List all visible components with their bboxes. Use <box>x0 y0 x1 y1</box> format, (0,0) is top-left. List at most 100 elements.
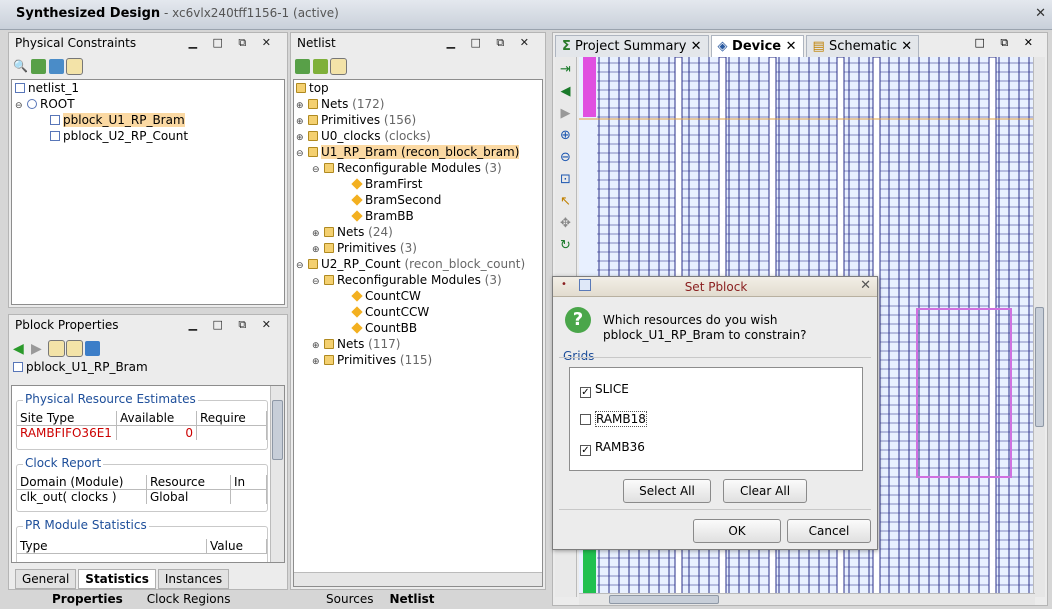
expand-all-icon[interactable] <box>313 59 328 74</box>
window-controls[interactable]: ▁ □ ⧉ ✕ <box>447 36 535 50</box>
folder-icon <box>324 355 334 365</box>
properties-content: Physical Resource Estimates Site Type Av… <box>11 385 285 563</box>
middle-bottom-tabs: Sources Netlist <box>318 592 443 606</box>
select-icon[interactable]: ↖ <box>557 193 575 211</box>
tab-project-summary[interactable]: Σ Project Summary ✕ <box>555 35 709 57</box>
table-row[interactable]: RAMBFIFO36E1 0 <box>17 426 267 440</box>
resource-section: Physical Resource Estimates Site Type Av… <box>16 392 268 450</box>
tree-item[interactable]: ⊕ Nets (117) <box>294 336 542 352</box>
slice-checkbox[interactable]: ✓ SLICE <box>580 382 629 398</box>
export-icon[interactable] <box>85 341 100 356</box>
zoom-out-icon[interactable]: ⊖ <box>557 149 575 167</box>
tab-netlist[interactable]: Netlist <box>381 592 442 606</box>
ramb36-checkbox[interactable]: ✓ RAMB36 <box>580 440 645 456</box>
tab-clock-regions[interactable]: Clock Regions <box>135 592 243 606</box>
pointer-icon[interactable] <box>66 340 83 357</box>
panel-title: Pblock Properties <box>15 318 119 332</box>
forward-icon[interactable]: ▶ <box>557 105 575 123</box>
tree-item[interactable]: top <box>294 80 542 96</box>
horizontal-scrollbar[interactable] <box>294 572 542 586</box>
tree-item[interactable]: ⊖ ROOT <box>12 96 284 112</box>
module-diamond-icon <box>351 178 363 190</box>
tab-schematic[interactable]: ▤ Schematic ✕ <box>805 35 920 57</box>
netlist-tree: top ⊕ Nets (172) ⊕ Primitives (156) ⊕ U0_cl… <box>293 79 543 587</box>
module-diamond-icon <box>351 194 363 206</box>
pin-icon[interactable]: ⇥ <box>557 61 575 79</box>
module-icon <box>308 259 318 269</box>
close-icon[interactable]: ✕ <box>860 278 871 293</box>
tab-properties[interactable]: Properties <box>40 592 135 606</box>
pblock-icon <box>50 115 60 125</box>
ramb18-checkbox[interactable]: RAMB18 <box>580 411 647 427</box>
show-properties-icon[interactable] <box>330 58 347 75</box>
cancel-button[interactable]: Cancel <box>787 519 871 543</box>
close-icon[interactable]: ✕ <box>1035 6 1046 21</box>
show-properties-icon[interactable] <box>66 58 83 75</box>
bram-column <box>988 57 997 597</box>
tree-item[interactable]: ⊕ Nets (24) <box>294 224 542 240</box>
tree-item[interactable]: BramFirst <box>294 176 542 192</box>
window-controls[interactable]: □ ⧉ ✕ <box>975 36 1039 50</box>
tab-device[interactable]: ◈ Device ✕ <box>710 35 804 57</box>
set-pblock-dialog: • Set Pblock ✕ ? Which resources do you … <box>552 276 878 550</box>
pblock-properties-panel: Pblock Properties ▁ □ ⧉ ✕ ◀ ▶ pblock_U1_… <box>8 314 288 590</box>
module-diamond-icon <box>351 290 363 302</box>
zoom-fit-icon[interactable]: ⊡ <box>557 171 575 189</box>
tree-item[interactable]: BramSecond <box>294 192 542 208</box>
tree-item[interactable]: CountCCW <box>294 304 542 320</box>
tree-item[interactable]: ⊕ U0_clocks (clocks) <box>294 128 542 144</box>
module-diamond-icon <box>351 210 363 222</box>
tab-general[interactable]: General <box>15 569 77 589</box>
refresh-icon[interactable]: ↻ <box>557 237 575 255</box>
properties-tabs: General Statistics Instances <box>15 569 231 589</box>
tree-item[interactable]: CountCW <box>294 288 542 304</box>
netlist-panel: Netlist ▁ □ ⧉ ✕ top ⊕ Nets (172) ⊕ Primiti… <box>290 32 546 590</box>
vertical-scrollbar[interactable] <box>1033 57 1045 597</box>
folder-icon <box>308 99 318 109</box>
collapse-all-icon[interactable] <box>295 59 310 74</box>
left-bottom-tabs: Properties Clock Regions <box>40 592 242 606</box>
settings-icon[interactable] <box>48 340 65 357</box>
tree-item[interactable]: netlist_1 <box>12 80 284 96</box>
search-icon[interactable]: 🔍 <box>13 59 28 74</box>
pblock-name: pblock_U1_RP_Bram <box>26 360 148 374</box>
tree-item[interactable]: ⊖ Reconfigurable Modules (3) <box>294 160 542 176</box>
tree-item[interactable]: CountBB <box>294 320 542 336</box>
dialog-title-bar: • Set Pblock ✕ <box>553 277 877 297</box>
netlist-toolbar <box>291 55 545 77</box>
tree-item[interactable]: BramBB <box>294 208 542 224</box>
tree-item[interactable]: ⊖ Reconfigurable Modules (3) <box>294 272 542 288</box>
tree-item-selected[interactable]: pblock_U1_RP_Bram <box>12 112 284 128</box>
clock-region-highlight <box>583 57 596 117</box>
collapse-icon[interactable]: ⊖ <box>15 98 25 114</box>
folder-icon <box>324 339 334 349</box>
select-all-button[interactable]: Select All <box>623 479 711 503</box>
back-icon[interactable]: ◀ <box>557 83 575 101</box>
part-name: xc6vlx240tff1156-1 <box>172 6 290 20</box>
tab-instances[interactable]: Instances <box>157 569 230 589</box>
window-controls[interactable]: ▁ □ ⧉ ✕ <box>189 318 277 332</box>
horizontal-scrollbar[interactable] <box>579 593 1035 605</box>
window-controls[interactable]: ▁ □ ⧉ ✕ <box>189 36 277 50</box>
zoom-in-icon[interactable]: ⊕ <box>557 127 575 145</box>
forward-icon[interactable]: ▶ <box>31 341 46 357</box>
tree-item[interactable]: ⊕ Primitives (156) <box>294 112 542 128</box>
move-icon[interactable]: ✥ <box>557 215 575 233</box>
tree-item-selected[interactable]: ⊖ U1_RP_Bram (recon_block_bram) <box>294 144 542 160</box>
constraints-toolbar: 🔍 <box>9 55 287 77</box>
tree-item[interactable]: ⊖ U2_RP_Count (recon_block_count) <box>294 256 542 272</box>
tab-sources[interactable]: Sources <box>318 592 381 606</box>
tree-item[interactable]: ⊕ Primitives (3) <box>294 240 542 256</box>
back-icon[interactable]: ◀ <box>13 341 28 357</box>
tree-item[interactable]: pblock_U2_RP_Count <box>12 128 284 144</box>
tab-statistics[interactable]: Statistics <box>78 569 156 589</box>
tree-item[interactable]: ⊕ Primitives (115) <box>294 352 542 368</box>
table-row[interactable]: clk_out( clocks ) Global <box>17 490 267 504</box>
ok-button[interactable]: OK <box>693 519 781 543</box>
question-icon: ? <box>565 307 591 333</box>
tree-item[interactable]: ⊕ Nets (172) <box>294 96 542 112</box>
clear-all-button[interactable]: Clear All <box>723 479 807 503</box>
collapse-all-icon[interactable] <box>31 59 46 74</box>
expand-all-icon[interactable] <box>49 59 64 74</box>
vertical-scrollbar[interactable] <box>270 386 284 562</box>
